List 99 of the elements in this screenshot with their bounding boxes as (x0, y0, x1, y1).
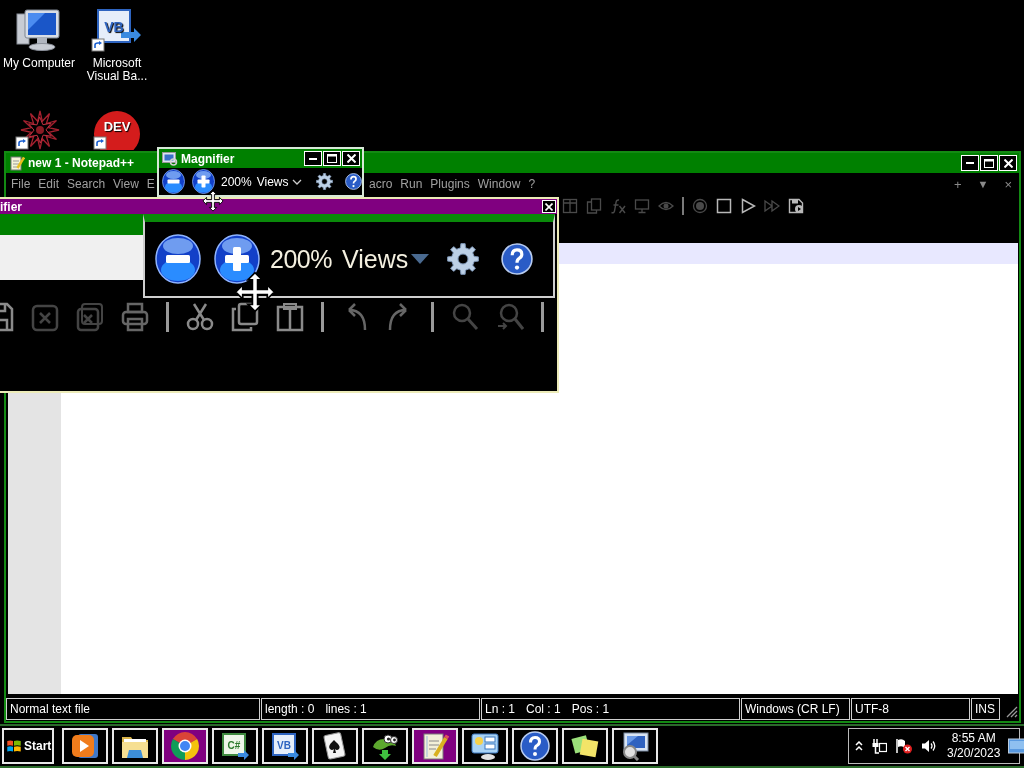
monitor-magnifier-icon (620, 731, 650, 761)
window-title: new 1 - Notepad++ (28, 156, 135, 170)
menu-item[interactable]: Run (396, 177, 427, 191)
floppy-play-icon[interactable] (788, 198, 804, 214)
status-text: Windows (CR LF) (745, 702, 840, 716)
printer-icon (121, 302, 149, 332)
magnified-zoom-out-icon (155, 234, 201, 284)
dev-shortcut-icon[interactable]: DEV (93, 110, 141, 150)
status-text: length : 0 (265, 702, 315, 716)
menu-item[interactable]: File (7, 177, 35, 191)
stop-icon[interactable] (716, 198, 732, 214)
menu-item[interactable]: View (109, 177, 143, 191)
close-icon (346, 154, 356, 163)
close-icon (545, 202, 553, 211)
show-desktop-icon[interactable] (1008, 738, 1024, 754)
scissors-icon (186, 302, 214, 332)
zoom-in-icon[interactable] (192, 169, 215, 194)
minimize-icon (966, 162, 974, 164)
desktop-shortcut[interactable]: My Computer (3, 8, 75, 70)
taskbar-button[interactable] (612, 728, 658, 764)
desktop-shortcut[interactable]: VB Microsoft Visual Ba... (78, 8, 156, 83)
tab-list-button[interactable]: ▼ (974, 178, 992, 190)
taskbar-button[interactable] (312, 728, 358, 764)
help-icon[interactable] (344, 173, 362, 190)
status-text: Ln : 1 (485, 702, 516, 716)
control-panel-icon (470, 731, 500, 761)
computer-icon (15, 8, 63, 52)
minimize-button[interactable] (304, 151, 322, 166)
menu-item[interactable]: Edit (34, 177, 64, 191)
clipboard-icon (276, 302, 304, 332)
resize-grip-icon[interactable] (1006, 706, 1018, 718)
monitor-magnifier-icon (162, 151, 178, 166)
taskbar-button[interactable]: C# (212, 728, 258, 764)
status-text: Normal text file (10, 702, 91, 716)
taskbar-button[interactable] (462, 728, 508, 764)
status-text: UTF-8 (855, 702, 889, 716)
menu-item[interactable]: Plugins (426, 177, 474, 191)
magnified-gear-icon (447, 243, 480, 275)
views-button[interactable]: Views (256, 174, 302, 189)
caret-icon (291, 178, 302, 185)
close-icon (1003, 158, 1013, 168)
notepad-icon (9, 155, 25, 171)
taskbar-button[interactable]: VB (262, 728, 308, 764)
flag-icon[interactable] (895, 738, 913, 754)
window-title: ifier (0, 199, 22, 214)
close-tab-button[interactable]: × (1001, 176, 1015, 192)
minimize-icon (309, 157, 317, 160)
close-icon (31, 302, 59, 332)
zoom-out-icon[interactable] (162, 169, 185, 194)
status-text: INS (975, 702, 995, 716)
clock-time[interactable]: 8:55 AM (951, 731, 996, 746)
clock-date[interactable]: 3/20/2023 (947, 746, 1001, 761)
taskbar-button[interactable] (62, 728, 108, 764)
zoom-level: 200% (221, 174, 252, 189)
taskbar-button[interactable] (562, 728, 608, 764)
menu-item[interactable]: Window (473, 177, 525, 191)
lizard-icon (370, 731, 400, 761)
maximize-icon (984, 158, 994, 168)
status-text: Pos : 1 (571, 702, 610, 716)
add-tab-button[interactable]: + (950, 176, 965, 192)
close-button[interactable] (999, 155, 1017, 171)
search-icon (451, 302, 479, 332)
taskbar-button[interactable] (362, 728, 408, 764)
start-button[interactable]: Start (2, 728, 54, 764)
settings-icon[interactable] (315, 173, 333, 190)
taskbar-button[interactable] (112, 728, 158, 764)
chevron-icon[interactable] (855, 741, 863, 751)
zoom-level: 200% (270, 244, 332, 274)
menu-item[interactable]: acro (365, 177, 397, 191)
menu-item[interactable]: ? (524, 177, 540, 191)
magnified-help-icon (501, 243, 534, 275)
media-player-icon (70, 731, 100, 761)
caret-icon (411, 254, 430, 264)
magnified-zoom-in-icon (214, 234, 260, 284)
window-title: Magnifier (181, 151, 235, 166)
minimize-button[interactable] (961, 155, 979, 171)
maximize-icon (327, 154, 337, 163)
taskbar-button[interactable] (412, 728, 458, 764)
browser-icon (170, 731, 200, 761)
status-text: Col : 1 (526, 702, 561, 716)
search-replace-icon (496, 302, 524, 332)
documents-icon (231, 302, 259, 332)
taskbar-button[interactable] (162, 728, 208, 764)
stacked-close-icon (76, 302, 104, 332)
taskbar-button[interactable] (512, 728, 558, 764)
menu-item[interactable]: E (142, 177, 155, 191)
status-text: lines : 1 (325, 702, 367, 716)
windows-logo-icon (7, 740, 21, 752)
maximize-button[interactable] (323, 151, 341, 166)
notepad-icon (420, 731, 450, 761)
network-icon[interactable] (871, 738, 887, 754)
views-label: Views (341, 244, 430, 274)
maximize-button[interactable] (980, 155, 998, 171)
play-icon[interactable] (740, 198, 756, 214)
help-icon (520, 731, 550, 761)
menu-item[interactable]: Search (63, 177, 110, 191)
speaker-icon[interactable] (921, 738, 937, 754)
close-button[interactable] (342, 151, 360, 166)
close-button[interactable] (542, 200, 556, 213)
